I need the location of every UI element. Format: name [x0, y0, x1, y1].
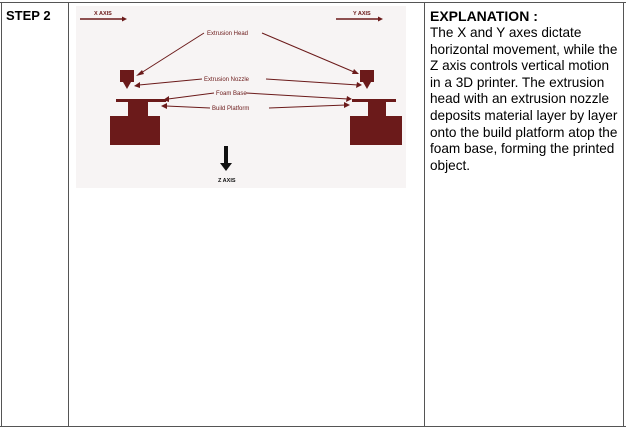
right-build-platform [350, 116, 402, 145]
printer-diagram: X AXIS Y AXIS Extrusion Head Extrusion N… [76, 6, 406, 193]
printer-diagram-svg: X AXIS Y AXIS Extrusion Head Extrusion N… [76, 6, 406, 188]
y-axis-label: Y AXIS [353, 11, 371, 17]
right-platform-stem [368, 102, 386, 116]
label-extrusion-head: Extrusion Head [207, 31, 248, 37]
left-extrusion-head [120, 70, 134, 82]
explanation-body: The X and Y axes dictate horizontal move… [430, 25, 618, 173]
label-build-platform: Build Platform [212, 106, 249, 112]
explanation-title: EXPLANATION : [430, 8, 538, 24]
table-border-bottom [0, 426, 626, 427]
label-foam-base: Foam Base [216, 91, 247, 97]
left-platform-stem [128, 102, 148, 116]
z-axis-label: Z AXIS [218, 178, 236, 184]
right-foam-base [352, 99, 396, 102]
table-divider-1 [68, 2, 69, 426]
table-border-top [0, 2, 626, 3]
table-border-left [1, 2, 2, 426]
table-border-right [623, 2, 624, 426]
table-divider-2 [424, 2, 425, 426]
left-foam-base [116, 99, 166, 102]
x-axis-label: X AXIS [94, 11, 112, 17]
label-extrusion-nozzle: Extrusion Nozzle [204, 77, 250, 83]
left-build-platform [110, 116, 160, 145]
z-axis-shaft [224, 146, 228, 163]
step-label: STEP 2 [6, 8, 51, 23]
right-extrusion-head [360, 70, 374, 82]
